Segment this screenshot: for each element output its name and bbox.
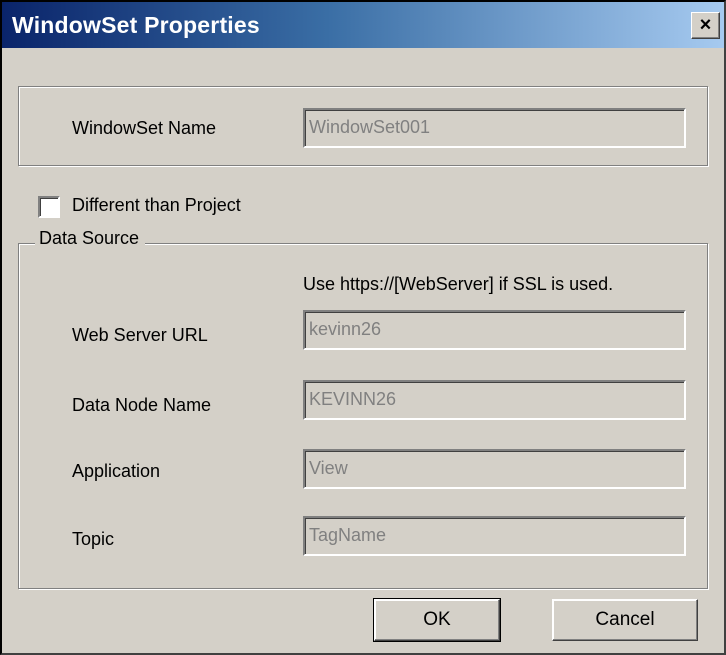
different-than-project-label[interactable]: Different than Project (72, 195, 241, 216)
windowset-properties-dialog: WindowSet Properties × WindowSet Name Wi… (0, 0, 726, 655)
window-title: WindowSet Properties (12, 12, 260, 38)
topic-field[interactable]: TagName (303, 516, 686, 556)
application-field[interactable]: View (303, 449, 686, 489)
cancel-button[interactable]: Cancel (552, 599, 698, 641)
application-label: Application (72, 461, 161, 481)
title-bar[interactable]: WindowSet Properties × (2, 2, 724, 48)
different-than-project-checkbox[interactable] (38, 196, 60, 218)
close-icon: × (699, 14, 712, 36)
ok-button[interactable]: OK (373, 598, 501, 642)
ssl-hint: Use https://[WebServer] if SSL is used. (303, 274, 614, 294)
web-server-url-label: Web Server URL (72, 325, 208, 345)
windowset-name-field[interactable]: WindowSet001 (303, 108, 686, 148)
data-node-name-label: Data Node Name (72, 395, 212, 415)
topic-label: Topic (72, 529, 115, 549)
close-button[interactable]: × (691, 12, 720, 39)
windowset-name-label: WindowSet Name (72, 118, 217, 138)
data-source-legend: Data Source (35, 228, 146, 249)
data-node-name-field[interactable]: KEVINN26 (303, 380, 686, 420)
web-server-url-field[interactable]: kevinn26 (303, 310, 686, 350)
